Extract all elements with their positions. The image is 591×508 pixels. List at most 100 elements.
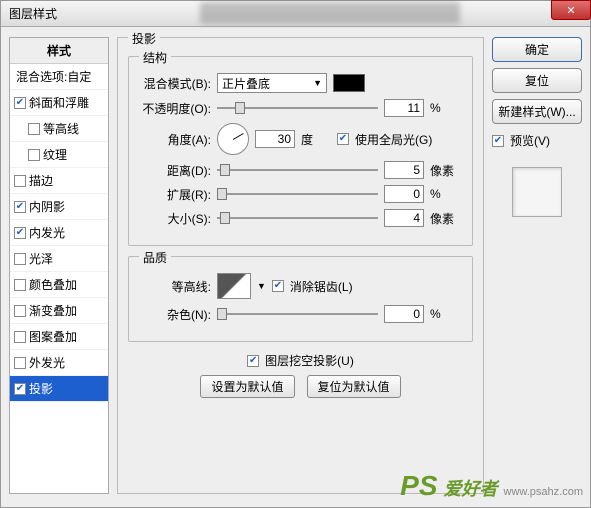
right-column: 确定 复位 新建样式(W)... 预览(V) bbox=[492, 37, 582, 494]
sidebar-checkbox[interactable] bbox=[28, 149, 40, 161]
preview-swatch bbox=[512, 167, 562, 217]
angle-unit: 度 bbox=[301, 131, 331, 148]
sidebar-item-label: 纹理 bbox=[43, 146, 67, 163]
sidebar-item-3[interactable]: 描边 bbox=[10, 168, 108, 194]
sidebar-item-label: 内发光 bbox=[29, 224, 65, 241]
content-area: 样式 混合选项:自定 斜面和浮雕等高线纹理描边内阴影内发光光泽颜色叠加渐变叠加图… bbox=[1, 27, 590, 502]
blend-mode-value: 正片叠底 bbox=[222, 75, 270, 92]
shadow-color-swatch[interactable] bbox=[333, 74, 365, 92]
watermark-text: 爱好者 bbox=[444, 475, 498, 501]
sidebar-item-label: 外发光 bbox=[29, 354, 65, 371]
opacity-slider[interactable] bbox=[217, 101, 378, 115]
knockout-label: 图层挖空投影(U) bbox=[265, 352, 354, 369]
spread-input[interactable]: 0 bbox=[384, 185, 424, 203]
structure-group: 结构 混合模式(B): 正片叠底 ▼ 不透明度(O): 11 % bbox=[128, 56, 473, 246]
opacity-input[interactable]: 11 bbox=[384, 99, 424, 117]
sidebar-item-label: 图案叠加 bbox=[29, 328, 77, 345]
distance-input[interactable]: 5 bbox=[384, 161, 424, 179]
quality-group: 品质 等高线: ▼ 消除锯齿(L) 杂色(N): 0 % bbox=[128, 256, 473, 342]
angle-input[interactable]: 30 bbox=[255, 130, 295, 148]
spread-unit: % bbox=[430, 187, 460, 201]
sidebar-checkbox[interactable] bbox=[14, 253, 26, 265]
main-panel: 投影 结构 混合模式(B): 正片叠底 ▼ 不透明度(O): bbox=[117, 37, 484, 494]
sidebar-item-10[interactable]: 外发光 bbox=[10, 350, 108, 376]
blend-options-label: 混合选项:自定 bbox=[16, 70, 91, 84]
panel-title: 投影 bbox=[128, 30, 160, 47]
drop-shadow-group: 投影 结构 混合模式(B): 正片叠底 ▼ 不透明度(O): bbox=[117, 37, 484, 494]
watermark-url: www.psahz.com bbox=[504, 486, 583, 498]
sidebar-checkbox[interactable] bbox=[14, 175, 26, 187]
sidebar-item-label: 颜色叠加 bbox=[29, 276, 77, 293]
cancel-button[interactable]: 复位 bbox=[492, 68, 582, 93]
antialias-checkbox[interactable] bbox=[272, 280, 284, 292]
blend-options-row[interactable]: 混合选项:自定 bbox=[10, 64, 108, 90]
noise-label: 杂色(N): bbox=[141, 306, 211, 323]
noise-input[interactable]: 0 bbox=[384, 305, 424, 323]
window-title: 图层样式 bbox=[9, 5, 57, 22]
titlebar-blur bbox=[200, 2, 460, 24]
sidebar-checkbox[interactable] bbox=[14, 357, 26, 369]
sidebar-item-1[interactable]: 等高线 bbox=[10, 116, 108, 142]
chevron-down-icon[interactable]: ▼ bbox=[257, 281, 266, 291]
quality-title: 品质 bbox=[139, 249, 171, 266]
size-slider[interactable] bbox=[217, 211, 378, 225]
close-button[interactable]: ✕ bbox=[551, 0, 591, 20]
distance-slider[interactable] bbox=[217, 163, 378, 177]
sidebar-checkbox[interactable] bbox=[14, 331, 26, 343]
sidebar-checkbox[interactable] bbox=[14, 383, 26, 395]
knockout-checkbox[interactable] bbox=[247, 355, 259, 367]
layer-style-dialog: 图层样式 ✕ 样式 混合选项:自定 斜面和浮雕等高线纹理描边内阴影内发光光泽颜色… bbox=[0, 0, 591, 508]
size-label: 大小(S): bbox=[141, 210, 211, 227]
sidebar-item-0[interactable]: 斜面和浮雕 bbox=[10, 90, 108, 116]
sidebar-item-label: 渐变叠加 bbox=[29, 302, 77, 319]
sidebar-checkbox[interactable] bbox=[14, 227, 26, 239]
titlebar: 图层样式 ✕ bbox=[1, 1, 590, 27]
sidebar-checkbox[interactable] bbox=[28, 123, 40, 135]
size-unit: 像素 bbox=[430, 210, 460, 227]
global-light-label: 使用全局光(G) bbox=[355, 131, 432, 148]
reset-default-button[interactable]: 复位为默认值 bbox=[307, 375, 401, 398]
sidebar-checkbox[interactable] bbox=[14, 305, 26, 317]
watermark-ps: PS bbox=[400, 470, 437, 502]
distance-label: 距离(D): bbox=[141, 162, 211, 179]
contour-picker[interactable] bbox=[217, 273, 251, 299]
sidebar-item-5[interactable]: 内发光 bbox=[10, 220, 108, 246]
sidebar-item-6[interactable]: 光泽 bbox=[10, 246, 108, 272]
blend-mode-combo[interactable]: 正片叠底 ▼ bbox=[217, 73, 327, 93]
styles-sidebar: 样式 混合选项:自定 斜面和浮雕等高线纹理描边内阴影内发光光泽颜色叠加渐变叠加图… bbox=[9, 37, 109, 494]
sidebar-checkbox[interactable] bbox=[14, 97, 26, 109]
sidebar-item-label: 斜面和浮雕 bbox=[29, 94, 89, 111]
sidebar-item-7[interactable]: 颜色叠加 bbox=[10, 272, 108, 298]
opacity-unit: % bbox=[430, 101, 460, 115]
noise-slider[interactable] bbox=[217, 307, 378, 321]
sidebar-item-label: 等高线 bbox=[43, 120, 79, 137]
spread-slider[interactable] bbox=[217, 187, 378, 201]
size-input[interactable]: 4 bbox=[384, 209, 424, 227]
sidebar-item-11[interactable]: 投影 bbox=[10, 376, 108, 402]
sidebar-item-8[interactable]: 渐变叠加 bbox=[10, 298, 108, 324]
sidebar-checkbox[interactable] bbox=[14, 201, 26, 213]
opacity-label: 不透明度(O): bbox=[141, 100, 211, 117]
new-style-button[interactable]: 新建样式(W)... bbox=[492, 99, 582, 124]
spread-label: 扩展(R): bbox=[141, 186, 211, 203]
chevron-down-icon: ▼ bbox=[313, 78, 322, 88]
sidebar-item-label: 描边 bbox=[29, 172, 53, 189]
global-light-checkbox[interactable] bbox=[337, 133, 349, 145]
noise-unit: % bbox=[430, 307, 460, 321]
angle-dial[interactable] bbox=[217, 123, 249, 155]
sidebar-header: 样式 bbox=[10, 38, 108, 64]
sidebar-item-9[interactable]: 图案叠加 bbox=[10, 324, 108, 350]
make-default-button[interactable]: 设置为默认值 bbox=[200, 375, 294, 398]
distance-unit: 像素 bbox=[430, 162, 460, 179]
preview-checkbox[interactable] bbox=[492, 135, 504, 147]
sidebar-item-2[interactable]: 纹理 bbox=[10, 142, 108, 168]
sidebar-item-label: 光泽 bbox=[29, 250, 53, 267]
ok-button[interactable]: 确定 bbox=[492, 37, 582, 62]
angle-label: 角度(A): bbox=[141, 131, 211, 148]
blend-mode-label: 混合模式(B): bbox=[141, 75, 211, 92]
preview-label: 预览(V) bbox=[510, 132, 550, 149]
sidebar-item-4[interactable]: 内阴影 bbox=[10, 194, 108, 220]
contour-label: 等高线: bbox=[141, 278, 211, 295]
antialias-label: 消除锯齿(L) bbox=[290, 278, 353, 295]
sidebar-checkbox[interactable] bbox=[14, 279, 26, 291]
